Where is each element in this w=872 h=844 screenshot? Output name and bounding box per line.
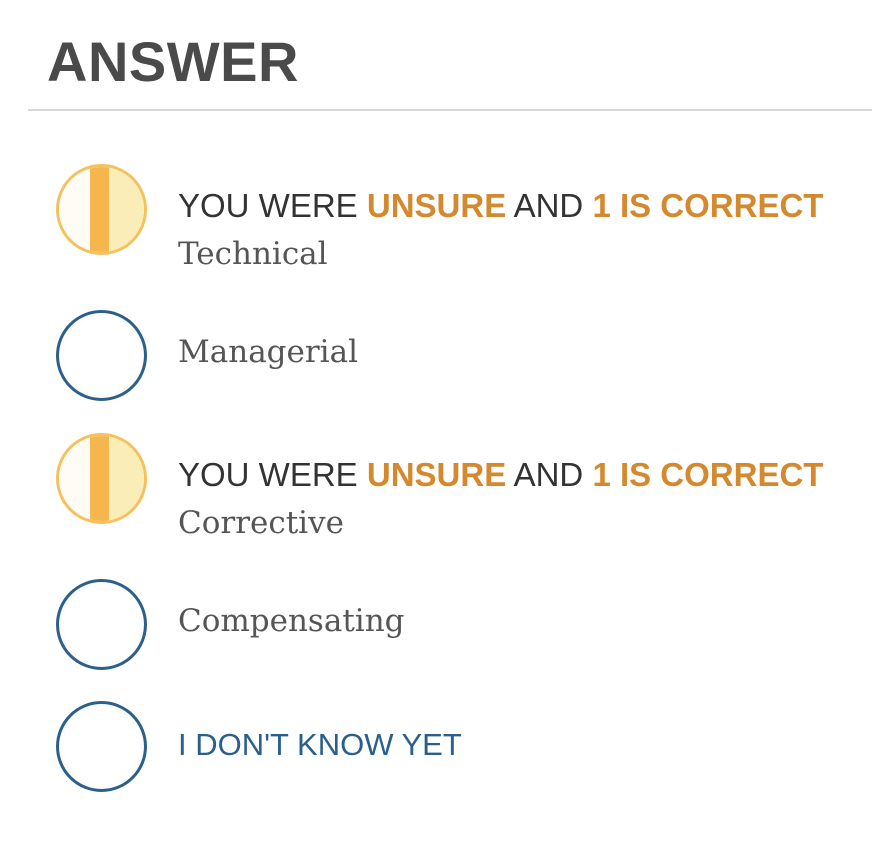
answer-label: Corrective	[178, 505, 344, 541]
answer-label: Technical	[178, 236, 328, 272]
answer-option-managerial[interactable]: Managerial	[56, 310, 872, 401]
status-result: 1 IS CORRECT	[592, 456, 824, 493]
status-confidence: UNSURE	[366, 187, 507, 224]
dont-know-label: I DON'T KNOW YET	[178, 727, 462, 762]
unsure-confidence-icon[interactable]	[56, 164, 147, 255]
empty-radio-icon[interactable]	[56, 701, 147, 792]
empty-radio-icon[interactable]	[56, 579, 147, 670]
status-confidence: UNSURE	[366, 456, 507, 493]
status-line: YOU WERE UNSURE AND 1 IS CORRECT	[178, 455, 823, 495]
answer-label: Compensating	[178, 603, 405, 639]
answer-label: Managerial	[178, 334, 358, 370]
answer-option-corrective[interactable]: YOU WERE UNSURE AND 1 IS CORRECT Correct…	[56, 433, 872, 543]
header-divider	[28, 109, 872, 111]
empty-radio-icon[interactable]	[56, 310, 147, 401]
status-prefix: YOU WERE	[178, 187, 358, 224]
status-result: 1 IS CORRECT	[592, 187, 824, 224]
page-title: ANSWER	[47, 30, 299, 93]
status-joiner: AND	[513, 456, 584, 493]
status-prefix: YOU WERE	[178, 456, 358, 493]
status-joiner: AND	[513, 187, 584, 224]
status-line: YOU WERE UNSURE AND 1 IS CORRECT	[178, 186, 823, 226]
answer-option-compensating[interactable]: Compensating	[56, 579, 872, 670]
dont-know-option[interactable]: I DON'T KNOW YET	[56, 701, 872, 792]
unsure-confidence-icon[interactable]	[56, 433, 147, 524]
answer-option-technical[interactable]: YOU WERE UNSURE AND 1 IS CORRECT Technic…	[56, 164, 872, 274]
